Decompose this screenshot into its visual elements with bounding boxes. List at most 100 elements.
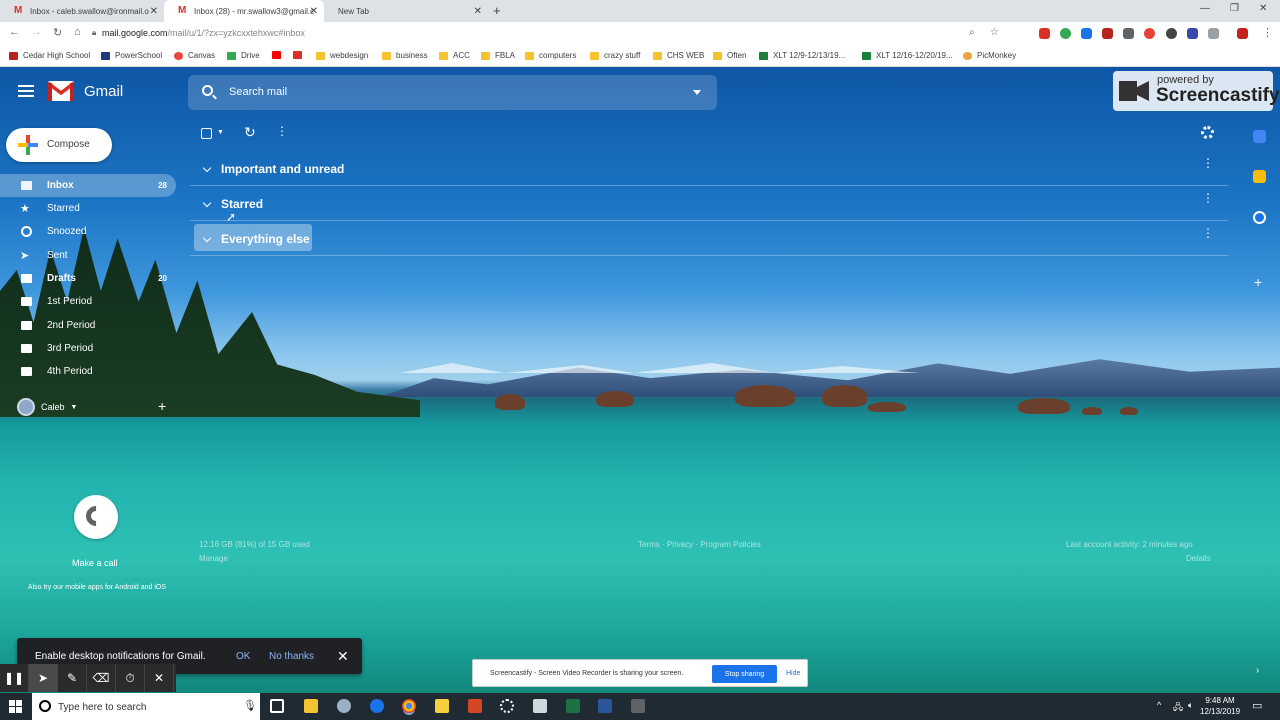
select-all-checkbox[interactable]: [201, 128, 212, 139]
section-menu-icon[interactable]: ⋮: [1202, 227, 1214, 239]
address-bar[interactable]: mail.google.com/mail/u/1/?zx=yzkcxxtehxw…: [102, 28, 305, 38]
refresh-icon[interactable]: ↻: [244, 124, 256, 141]
get-addons-icon[interactable]: +: [1254, 274, 1262, 290]
bookmark-picmonkey[interactable]: PicMonkey: [963, 51, 1016, 60]
tab-close-icon[interactable]: ✕: [474, 6, 482, 17]
extension-icon[interactable]: [1187, 28, 1198, 39]
sidebar-item-starred[interactable]: ★ Starred: [0, 197, 176, 220]
minimize-icon[interactable]: —: [1200, 3, 1210, 14]
bookmark-crazy-stuff[interactable]: crazy stuff: [590, 51, 640, 60]
tasks-icon[interactable]: [1253, 211, 1266, 224]
select-dropdown-icon[interactable]: ▼: [217, 129, 224, 136]
compose-button[interactable]: Compose: [6, 128, 112, 162]
sidebar-item-4th-period[interactable]: 4th Period: [0, 360, 176, 383]
search-options-icon[interactable]: [693, 90, 701, 95]
microphone-icon[interactable]: 🎙︎: [243, 699, 257, 712]
bookmark-computers[interactable]: computers: [525, 51, 576, 60]
side-panel-toggle-icon[interactable]: ›: [1256, 665, 1259, 676]
task-view-icon[interactable]: [270, 699, 284, 713]
excel-icon[interactable]: [566, 699, 580, 713]
notification-no-thanks-button[interactable]: No thanks: [269, 651, 314, 662]
notification-ok-button[interactable]: OK: [236, 651, 250, 662]
tab-ironmail-inbox[interactable]: M Inbox - caleb.swallow@ironmail.o ✕: [0, 0, 164, 22]
chevron-down-icon[interactable]: ▼: [71, 404, 78, 411]
stop-sharing-button[interactable]: Stop sharing: [712, 665, 777, 683]
word-icon[interactable]: [598, 699, 612, 713]
chrome-icon[interactable]: [402, 699, 416, 713]
bookmark-canvas[interactable]: Canvas: [174, 51, 215, 60]
taskbar-clock[interactable]: 9:48 AM 12/13/2019: [1200, 695, 1240, 717]
taskbar-search-input[interactable]: Type here to search 🎙︎: [32, 693, 260, 720]
sidebar-item-1st-period[interactable]: 1st Period: [0, 290, 176, 313]
tab-close-icon[interactable]: ✕: [310, 6, 318, 17]
extension-icon[interactable]: [1123, 28, 1134, 39]
sidebar-item-drafts[interactable]: Drafts 20: [0, 267, 176, 290]
sidebar-item-sent[interactable]: ➤ Sent: [0, 244, 176, 267]
settings-gear-icon[interactable]: [1201, 126, 1214, 139]
activity-details-link[interactable]: Details: [1186, 554, 1210, 563]
network-icon[interactable]: 🖧︎: [1173, 700, 1183, 716]
edge-icon[interactable]: [370, 699, 384, 713]
section-starred[interactable]: Starred ⋮: [190, 186, 1228, 221]
policy-links[interactable]: Terms · Privacy · Program Policies: [638, 540, 761, 549]
bookmark-webdesign[interactable]: webdesign: [316, 51, 368, 60]
tab-new-tab[interactable]: New Tab ✕: [324, 0, 488, 22]
bookmark-xlt-2[interactable]: XLT 12/16-12/20/19...: [862, 51, 953, 60]
new-tab-button[interactable]: +: [493, 3, 501, 18]
close-icon[interactable]: ✕: [337, 648, 349, 665]
tab-close-icon[interactable]: ✕: [150, 6, 158, 17]
volume-icon[interactable]: 🔈︎: [1188, 700, 1193, 711]
powerpoint-icon[interactable]: [468, 699, 482, 713]
chrome-menu-icon[interactable]: ⋮: [1262, 26, 1273, 39]
bookmark-often[interactable]: Often: [713, 51, 747, 60]
bookmark-acc[interactable]: ACC: [439, 51, 470, 60]
bookmark-star-icon[interactable]: ☆: [990, 27, 999, 38]
section-everything-else[interactable]: Everything else ⋮: [190, 221, 1228, 256]
timer-icon[interactable]: ⏱︎: [116, 664, 145, 692]
chevron-down-icon[interactable]: [202, 198, 212, 208]
action-center-icon[interactable]: ▭: [1252, 699, 1262, 712]
calculator-icon[interactable]: [631, 699, 645, 713]
extension-icon[interactable]: [1060, 28, 1071, 39]
extension-icon[interactable]: [1039, 28, 1050, 39]
calendar-icon[interactable]: [1253, 130, 1266, 143]
bookmark-youtube[interactable]: [272, 51, 286, 59]
bookmark-business[interactable]: business: [382, 51, 428, 60]
tray-overflow-icon[interactable]: ^: [1157, 700, 1161, 710]
sidebar-item-inbox[interactable]: Inbox 28: [0, 174, 176, 197]
extension-icon[interactable]: [1208, 28, 1219, 39]
tab-gmail-inbox[interactable]: M Inbox (28) - mr.swallow3@gmail.c ✕: [164, 0, 324, 22]
bookmark-drive[interactable]: Drive: [227, 51, 260, 60]
more-options-icon[interactable]: ⋮: [276, 124, 288, 138]
bookmark-cedar-high-school[interactable]: Cedar High School: [9, 51, 90, 60]
main-menu-icon[interactable]: [18, 85, 34, 97]
chevron-down-icon[interactable]: [202, 163, 212, 173]
make-call-button[interactable]: [74, 495, 118, 539]
extension-icon[interactable]: [1166, 28, 1177, 39]
sidebar-item-snoozed[interactable]: Snoozed: [0, 220, 176, 243]
windows-start-icon[interactable]: [9, 700, 22, 713]
sidebar-item-2nd-period[interactable]: 2nd Period: [0, 314, 176, 337]
file-explorer-icon[interactable]: [304, 699, 318, 713]
sticky-notes-icon[interactable]: [435, 699, 449, 713]
hide-button[interactable]: Hide: [786, 670, 800, 677]
extension-icon[interactable]: [1144, 28, 1155, 39]
pen-icon[interactable]: ✎: [58, 664, 87, 692]
extension-icon[interactable]: [1081, 28, 1092, 39]
bookmark-fbla[interactable]: FBLA: [481, 51, 515, 60]
bookmark-xlt-1[interactable]: XLT 12/9-12/13/19...: [759, 51, 845, 60]
bookmark-chs-web[interactable]: CHS WEB: [653, 51, 704, 60]
keep-icon[interactable]: [1253, 170, 1266, 183]
hangouts-user[interactable]: Caleb ▼: [17, 398, 77, 416]
extension-icon[interactable]: [1102, 28, 1113, 39]
photos-icon[interactable]: [533, 699, 547, 713]
search-input[interactable]: Search mail: [188, 75, 717, 110]
section-menu-icon[interactable]: ⋮: [1202, 157, 1214, 169]
manage-storage-link[interactable]: Manage: [199, 554, 228, 563]
search-icon[interactable]: [202, 85, 213, 96]
extension-icon[interactable]: [1237, 28, 1248, 39]
pointer-icon[interactable]: ➤: [29, 664, 58, 692]
restore-icon[interactable]: ❐: [1230, 3, 1239, 14]
back-icon[interactable]: ←: [9, 26, 20, 38]
add-contact-icon[interactable]: +: [158, 398, 166, 414]
